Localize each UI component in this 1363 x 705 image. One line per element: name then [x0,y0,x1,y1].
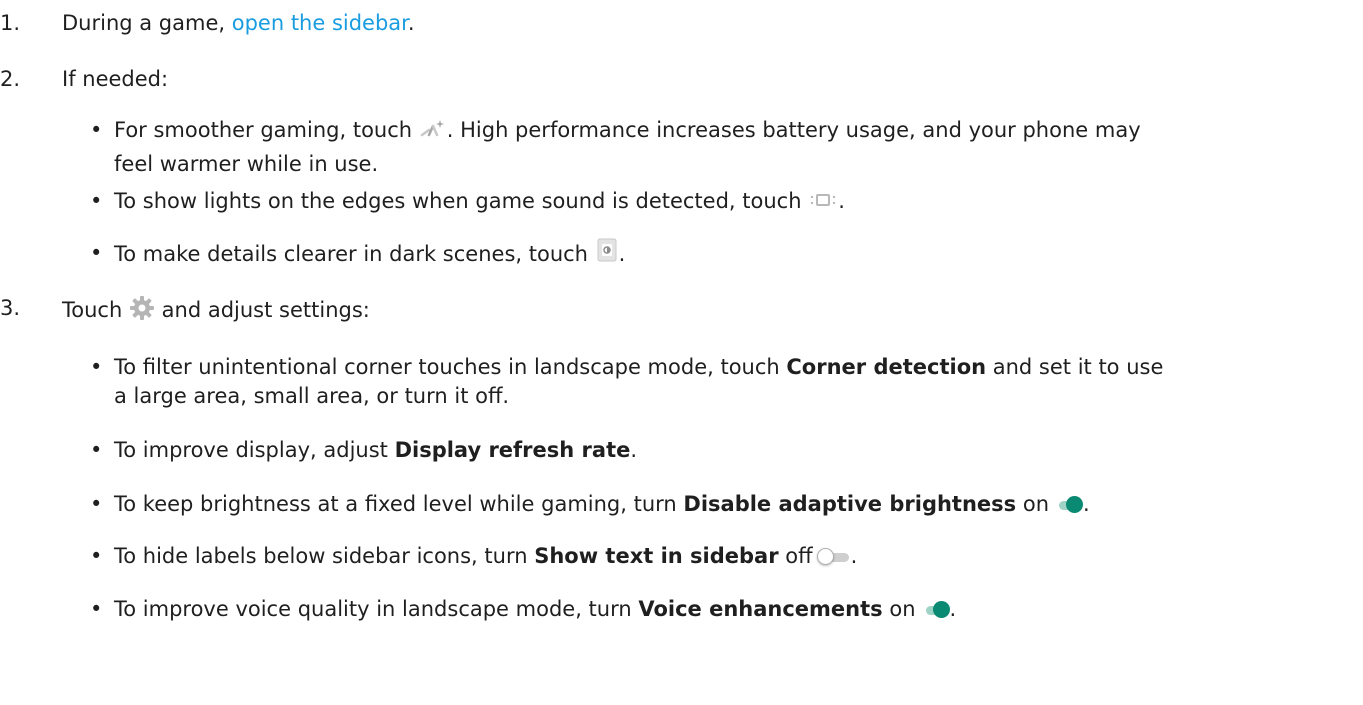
list-item-text: To make details clearer in dark scenes, … [114,237,1344,273]
list-item-text: To improve voice quality in landscape mo… [114,597,957,621]
bullet-dot: • [90,355,103,379]
toggle-on-icon [1053,496,1084,514]
list-item-text: For smoother gaming, touch . High perfor… [114,114,1344,181]
performance-icon [419,115,447,148]
list-item-text: To improve display, adjust Display refre… [114,438,638,462]
bullet-dot: • [90,438,103,462]
list-item-text: To show lights on the edges when game so… [114,185,1344,219]
toggle-off-icon [816,548,851,566]
gear-icon [129,295,155,327]
setting-name: Corner detection [786,355,987,379]
setting-name: Display refresh rate [394,438,631,462]
step-number: 2. [0,67,21,91]
step-number: 1. [0,11,21,35]
step-text: During a game, open the sidebar. [62,11,415,35]
dark-enhance-icon [595,237,619,273]
bullet-dot: • [90,118,103,142]
edge-lights-icon [808,186,838,219]
setting-name: Voice enhancements [638,597,883,621]
step-number: 3. [0,296,21,320]
bullet-dot: • [90,241,103,265]
step-text: Touch and adjust settings: [62,295,370,327]
bullet-dot: • [90,597,103,621]
list-item-text: To keep brightness at a fixed level whil… [114,492,1090,516]
step-text: If needed: [62,67,169,91]
instructions-page: 1. During a game, open the sidebar. 2. I… [0,0,1363,705]
bullet-dot: • [90,189,103,213]
list-item-text: To filter unintentional corner touches i… [114,355,1164,408]
bullet-dot: • [90,492,103,516]
list-item-text: To hide labels below sidebar icons, turn… [114,544,858,568]
bullet-dot: • [90,544,103,568]
open-sidebar-link[interactable]: open the sidebar [232,11,408,35]
setting-name: Show text in sidebar [534,544,779,568]
setting-name: Disable adaptive brightness [683,492,1017,516]
toggle-on-icon [920,601,950,619]
